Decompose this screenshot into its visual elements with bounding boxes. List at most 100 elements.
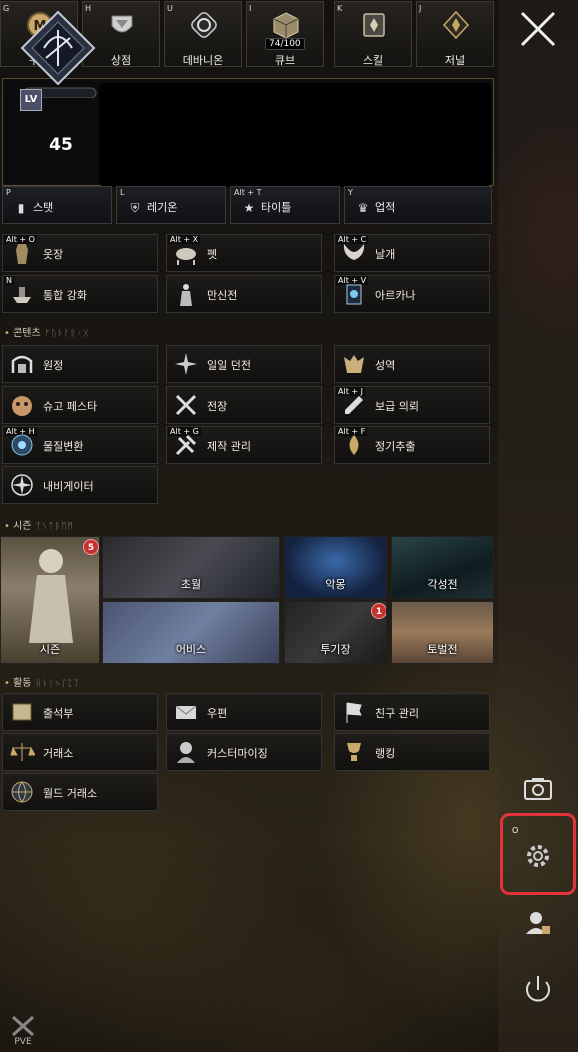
cube-button[interactable]: I 74/100 큐브 [246,1,324,67]
menu-label: 내비게이터 [43,480,94,493]
skill-button[interactable]: K 스킬 [334,1,412,67]
mail-icon [175,705,197,719]
menu-label: 월드 거래소 [43,787,98,800]
menu-label: 스킬 [362,54,384,67]
attendance-button[interactable]: 출석부 [2,693,158,731]
daevanion-button[interactable]: U 데바니온 [164,1,242,67]
season-tile-label: 시즌 [39,643,61,656]
section-activity-header: • 활동 ᚺᚾᛁᛃᛇᛈᛉ [4,678,81,689]
navigator-icon [11,474,33,496]
section-runes: ᚠᚢᚦᚨᚱᚲᚷ [44,329,90,339]
crossed-swords-icon [11,1015,35,1037]
shugo-festa-button[interactable]: 슈고 페스타 [2,386,158,424]
menu-label: 일일 던전 [207,359,251,372]
exchange-button[interactable]: 거래소 [2,733,158,771]
pantheon-button[interactable]: 만신전 [166,275,322,313]
menu-label: 저널 [444,54,466,67]
season-tile-nightmare[interactable]: 악몽 [284,536,387,599]
arcana-icon [346,284,362,305]
season-tile-awakening[interactable]: 각성전 [391,536,494,599]
wardrobe-button[interactable]: Alt + O 옷장 [2,234,158,272]
menu-label: 보급 의뢰 [375,400,419,413]
menu-label: 큐브 [274,54,296,67]
mode-label: PVE [14,1037,32,1047]
world-exchange-button[interactable]: 월드 거래소 [2,773,158,811]
tab-stats[interactable]: P ▮ 스탯 [2,186,112,224]
shortcut-key: J [419,4,422,13]
menu-label: 랭킹 [375,747,396,760]
season-tile-label: 각성전 [427,578,458,591]
tab-legion[interactable]: L ⛨ 레기온 [116,186,226,224]
menu-label: 원정 [43,359,64,372]
tab-label: 업적 [375,201,396,214]
customize-button[interactable]: 커스터마이징 [166,733,322,771]
legion-icon: ⛨ [130,201,140,215]
enhance-button[interactable]: N 통합 강화 [2,275,158,313]
class-emblem-icon [20,10,97,98]
character-info-area [99,83,491,187]
season-tile-raid[interactable]: 토벌전 [391,601,494,664]
tab-title[interactable]: Alt + T ★ 타이틀 [230,186,340,224]
notification-badge: 5 [83,539,99,555]
pve-mode-indicator: PVE [8,1015,38,1049]
notification-badge: 1 [371,603,386,619]
wings-icon [343,244,365,260]
season-tile-arena[interactable]: 1 투기장 [284,601,387,664]
shop-icon [111,15,133,33]
season-tile-season[interactable]: 5 시즌 [0,536,100,664]
menu-label: 만신전 [207,289,238,302]
close-icon[interactable] [519,10,557,48]
menu-label: 아르카나 [375,289,416,302]
menu-label: 옷장 [43,248,64,261]
journal-icon [442,10,470,40]
menu-label: 펫 [207,248,218,261]
ranking-icon [347,743,361,761]
transmutation-icon [11,434,33,456]
menu-label: 전장 [207,400,228,413]
shortcut-key: P [6,188,11,197]
extraction-button[interactable]: Alt + F 정기추출 [334,426,490,464]
shortcut-key: O [512,826,519,835]
navigator-button[interactable]: 내비게이터 [2,466,158,504]
cube-icon [273,12,299,39]
expedition-button[interactable]: 원정 [2,345,158,383]
wings-button[interactable]: Alt + C 날개 [334,234,490,272]
friends-button[interactable]: 친구 관리 [334,693,490,731]
cube-count: 74/100 [265,38,305,50]
transmutation-button[interactable]: Alt + H 물질변환 [2,426,158,464]
wardrobe-icon [16,244,28,264]
ranking-button[interactable]: 랭킹 [334,733,490,771]
settings-gear-icon[interactable] [518,836,558,876]
pet-button[interactable]: Alt + X 펫 [166,234,322,272]
menu-label: 우편 [207,707,228,720]
crafting-button[interactable]: Alt + G 제작 관리 [166,426,322,464]
season-tile-abyss[interactable]: 어비스 [102,601,280,664]
section-title: 시즌 [13,521,32,532]
crafting-icon [175,434,197,456]
tab-label: 스탯 [33,201,54,214]
character-level: 45 [49,135,73,155]
daily-dungeon-button[interactable]: 일일 던전 [166,345,322,383]
season-tile-label: 투기장 [320,643,351,656]
pet-icon [176,248,196,265]
shortcut-key: K [337,4,343,13]
journal-button[interactable]: J 저널 [416,1,494,67]
supply-request-button[interactable]: Alt + J 보급 의뢰 [334,386,490,424]
stats-icon: ▮ [17,201,25,215]
camera-icon[interactable] [518,770,558,810]
menu-label: 물질변환 [43,440,84,453]
arcana-button[interactable]: Alt + V 아르카나 [334,275,490,313]
mail-button[interactable]: 우편 [166,693,322,731]
power-icon[interactable] [518,970,558,1010]
menu-label: 슈고 페스타 [43,400,98,413]
season-tile-label: 악몽 [325,578,346,591]
tab-achievement[interactable]: Y ♛ 업적 [344,186,492,224]
season-tile-label: 초월 [180,578,202,591]
character-select-icon[interactable] [518,904,558,944]
shugo-festa-icon [12,396,32,416]
tab-label: 레기온 [147,201,178,214]
season-tile-transcend[interactable]: 초월 [102,536,280,599]
sanctuary-button[interactable]: 성역 [334,345,490,383]
battlefield-button[interactable]: 전장 [166,386,322,424]
exchange-icon [10,743,35,761]
